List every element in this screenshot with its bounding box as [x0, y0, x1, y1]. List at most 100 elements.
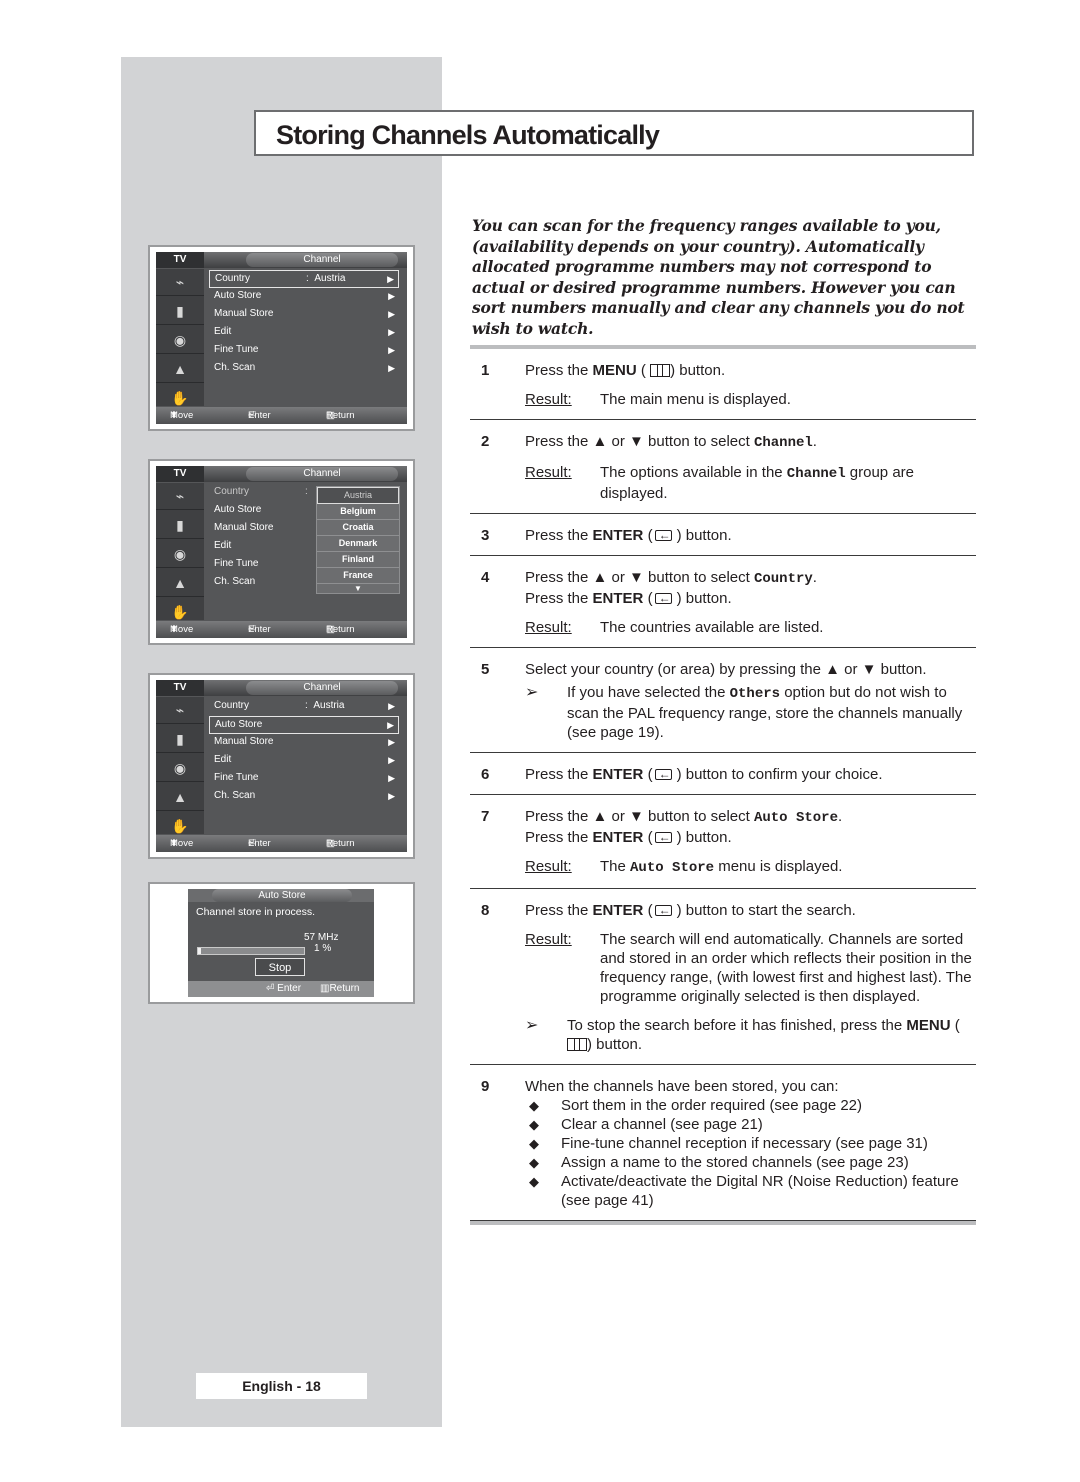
step-number: 4: [481, 569, 490, 586]
menu-item-manual-store[interactable]: Manual Store ▶: [209, 306, 399, 324]
country-option-france[interactable]: France: [317, 568, 399, 584]
sound-icon[interactable]: ◉: [156, 327, 204, 354]
menu-item-label: Manual Store: [214, 736, 274, 747]
antenna-icon[interactable]: ⌁: [156, 483, 204, 510]
menu-item-fine-tune[interactable]: Fine Tune ▶: [209, 342, 399, 360]
progress-percent: 1 %: [314, 943, 332, 954]
step-number: 5: [481, 661, 490, 678]
auto-store-header: Auto Store: [188, 889, 374, 902]
country-separator: :: [305, 486, 308, 497]
auto-store-footer: ⏎ Enter ▥Return: [188, 981, 374, 997]
sound-icon[interactable]: ◉: [156, 755, 204, 782]
step-number: 1: [481, 362, 490, 379]
sound-icon[interactable]: ◉: [156, 541, 204, 568]
menu-item-edit[interactable]: Edit ▶: [209, 324, 399, 342]
osd-icon-column: ⌁ ▮ ◉ ▲ ✋: [156, 269, 204, 412]
osd-channel-menu-2: TV Channel ⌁ ▮ ◉ ▲ ✋ Country: Auto Store…: [148, 459, 415, 645]
menu-item-country[interactable]: Country: Austria ▶: [209, 698, 399, 716]
step-6: 6 Press the ENTER () button to confirm y…: [470, 753, 976, 795]
osd-footer: ⬍ Move ⏎ Enter ▥ Return: [156, 407, 407, 424]
step-8: 8 Press the ENTER () button to start the…: [470, 889, 976, 1065]
intro-paragraph: You can scan for the frequency ranges av…: [472, 216, 965, 338]
step-instruction: Press the ENTER () button to confirm you…: [525, 765, 976, 784]
country-option-denmark[interactable]: Denmark: [317, 536, 399, 552]
picture-icon[interactable]: ▮: [156, 298, 204, 325]
menu-item-manual-store[interactable]: Manual Store ▶: [209, 734, 399, 752]
step-number: 7: [481, 808, 490, 825]
step-2: 2 Press the ▲ or ▼ button to select Chan…: [470, 420, 976, 514]
country-option-austria[interactable]: Austria: [317, 487, 399, 504]
enter-button-icon: [653, 901, 677, 920]
scroll-down-icon[interactable]: ▼: [317, 584, 399, 594]
menu-item-ch-scan[interactable]: Ch. Scan ▶: [209, 360, 399, 378]
arrow-right-icon: ▶: [387, 720, 394, 730]
step-instruction: Select your country (or area) by pressin…: [525, 661, 927, 678]
osd-footer: ⬍ Move ⏎ Enter ▥ Return: [156, 835, 407, 852]
menu-item-fine-tune[interactable]: Fine Tune ▶: [209, 770, 399, 788]
enter-button-icon: [653, 828, 677, 847]
step-number: 2: [481, 433, 490, 450]
arrow-right-icon: ▶: [387, 274, 394, 284]
bullet-diamond-icon: ◆: [529, 1174, 539, 1189]
osd-menu-title: Channel: [246, 253, 398, 267]
country-value: : Austria: [306, 273, 346, 284]
arrow-right-icon: ▶: [388, 737, 395, 747]
menu-item-auto-store[interactable]: Auto Store ▶: [209, 288, 399, 306]
step-4: 4 Press the ▲ or ▼ button to select Coun…: [470, 556, 976, 648]
arrow-right-icon: ▶: [388, 701, 395, 711]
auto-store-message: Channel store in process.: [196, 906, 316, 918]
arrow-right-icon: ▶: [388, 345, 395, 355]
antenna-icon[interactable]: ⌁: [156, 697, 204, 724]
bullet-diamond-icon: ◆: [529, 1136, 539, 1151]
menu-item-edit[interactable]: Edit ▶: [209, 752, 399, 770]
enter-hint: ⏎ Enter: [266, 983, 302, 994]
menu-item-label: Auto Store: [215, 719, 263, 730]
step-instruction: Press the ▲ or ▼ button to select Countr…: [525, 569, 817, 587]
list-item: ◆ Fine-tune channel reception if necessar…: [525, 1134, 976, 1153]
menu-item-label: Ch. Scan: [214, 362, 256, 373]
step-instruction: Press the ENTER () button.: [525, 828, 976, 847]
step-note: ➢ If you have selected the Others option …: [525, 684, 963, 741]
menu-item-label: Manual Store: [214, 522, 274, 533]
country-option-finland[interactable]: Finland: [317, 552, 399, 568]
enter-button-icon: [653, 765, 677, 784]
steps-list: 1 Press the MENU ( ) button. Result: The …: [470, 345, 976, 1225]
bullet-diamond-icon: ◆: [529, 1155, 539, 1170]
list-item: ◆ Clear a channel (see page 21): [525, 1115, 976, 1134]
stop-button[interactable]: Stop: [255, 958, 305, 976]
step-result: Result: The search will end automatically…: [525, 931, 972, 1005]
step-result: Result: The main menu is displayed.: [525, 391, 791, 408]
arrow-right-icon: ▶: [388, 791, 395, 801]
note-arrow-icon: ➢: [525, 1017, 539, 1034]
menu-item-ch-scan[interactable]: Ch. Scan ▶: [209, 788, 399, 806]
picture-icon[interactable]: ▮: [156, 512, 204, 539]
osd-menu-title: Channel: [246, 681, 398, 695]
menu-item-label: Fine Tune: [214, 558, 259, 569]
country-value: : Austria: [305, 700, 345, 711]
list-item: ◆ Assign a name to the stored channels (s…: [525, 1153, 976, 1172]
list-item: ◆ Activate/deactivate the Digital NR (Noi…: [525, 1172, 976, 1210]
country-option-belgium[interactable]: Belgium: [317, 504, 399, 520]
enter-button-icon: [653, 526, 677, 545]
setup-icon[interactable]: ▲: [156, 356, 204, 383]
osd-channel-menu-3: TV Channel ⌁ ▮ ◉ ▲ ✋ Country: Austria ▶ A…: [148, 673, 415, 859]
picture-icon[interactable]: ▮: [156, 726, 204, 753]
bottom-rule: [470, 1221, 976, 1225]
step-instruction: When the channels have been stored, you …: [525, 1078, 839, 1095]
antenna-icon[interactable]: ⌁: [156, 269, 204, 296]
country-option-croatia[interactable]: Croatia: [317, 520, 399, 536]
menu-item-auto-store[interactable]: Auto Store ▶: [209, 716, 399, 734]
step-3: 3 Press the ENTER () button.: [470, 514, 976, 556]
step-note: ➢ To stop the search before it has finish…: [525, 1017, 960, 1053]
setup-icon[interactable]: ▲: [156, 570, 204, 597]
setup-icon[interactable]: ▲: [156, 784, 204, 811]
list-item: ◆ Sort them in the order required (see pa…: [525, 1096, 976, 1115]
step-number: 3: [481, 527, 490, 544]
country-dropdown[interactable]: Austria Belgium Croatia Denmark Finland …: [316, 486, 400, 594]
menu-item-label: Fine Tune: [214, 344, 259, 355]
menu-item-label: Manual Store: [214, 308, 274, 319]
step-7: 7 Press the ▲ or ▼ button to select Auto…: [470, 795, 976, 889]
menu-item-label: Edit: [214, 754, 232, 765]
menu-item-label: Ch. Scan: [214, 576, 256, 587]
menu-item-country[interactable]: Country: Austria ▶: [209, 270, 399, 288]
